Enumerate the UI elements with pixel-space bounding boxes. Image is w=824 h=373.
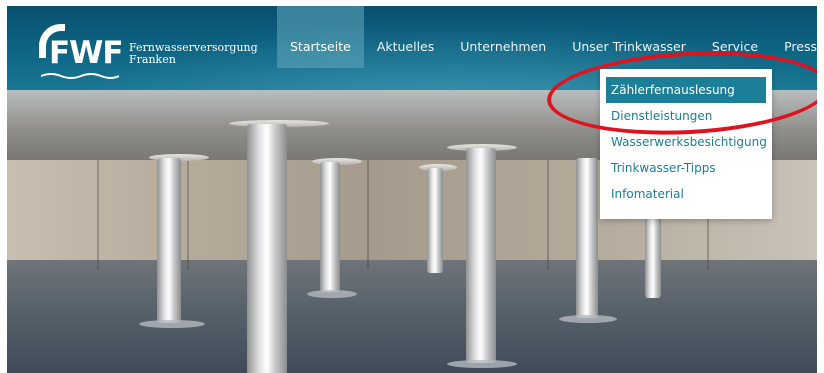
menu-item-dienstleistungen[interactable]: Dienstleistungen [606,103,766,129]
wall-seam [97,160,99,270]
brand-name: Fernwasserversorgung Franken [129,42,258,66]
reservoir-floor [7,260,817,373]
main-nav: Startseite Aktuelles Unternehmen Unser T… [277,6,817,68]
pillar [466,148,496,363]
nav-item-service[interactable]: Service [699,6,771,68]
wall-seam [367,160,369,270]
nav-item-presse[interactable]: Presse [771,6,817,68]
logo-mark: FWF [49,35,124,71]
pillar-base [139,320,205,328]
logo-wave-icon [41,73,119,79]
menu-item-trinkwasser-tipps[interactable]: Trinkwasser-Tipps [606,155,766,181]
wall-seam [547,160,549,270]
pillar [247,124,287,373]
pillar [427,168,443,273]
pillar [576,158,598,318]
nav-item-unternehmen[interactable]: Unternehmen [447,6,559,68]
pillar-base [559,315,617,323]
menu-item-wasserwerksbesichtigung[interactable]: Wasserwerksbesichtigung [606,129,767,155]
menu-item-infomaterial[interactable]: Infomaterial [606,181,766,207]
wall-seam [187,160,189,270]
page-frame: FWF Fernwasserversorgung Franken Startse… [7,6,817,373]
menu-item-zaehlerfernauslesung[interactable]: Zählerfernauslesung [606,77,766,103]
nav-item-aktuelles[interactable]: Aktuelles [364,6,447,68]
nav-item-startseite[interactable]: Startseite [277,6,364,68]
pillar [320,162,340,292]
service-dropdown-menu: Zählerfernauslesung Dienstleistungen Was… [600,69,772,219]
pillar-base [447,360,517,368]
pillar [157,158,181,323]
brand-name-line2: Franken [129,53,176,66]
pillar-base [307,290,357,298]
nav-item-unser-trinkwasser[interactable]: Unser Trinkwasser [559,6,699,68]
